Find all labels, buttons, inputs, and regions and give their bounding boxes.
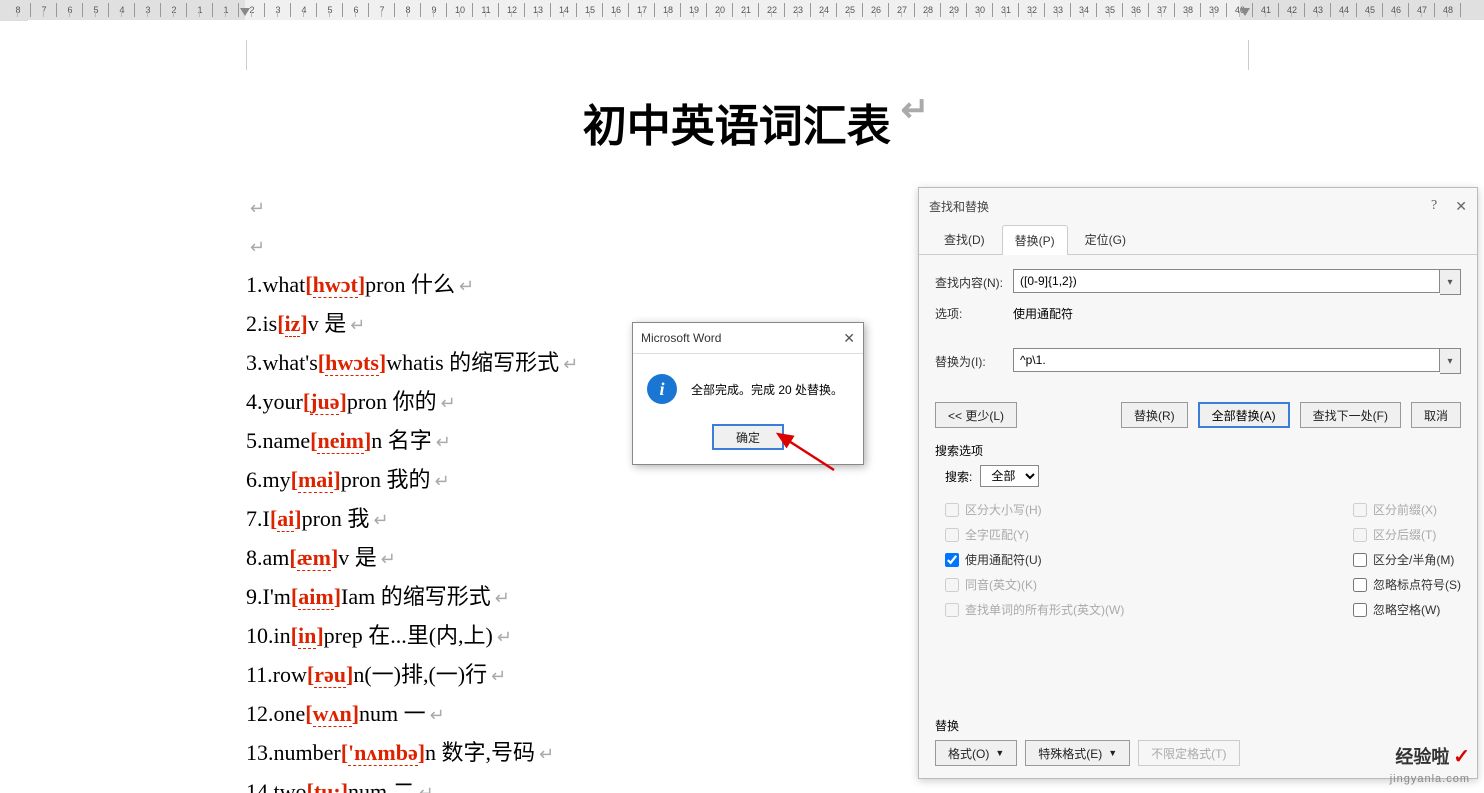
tab-goto[interactable]: 定位(G) xyxy=(1072,224,1139,254)
page-title: 初中英语词汇表 ↵ xyxy=(28,90,1484,154)
search-direction-select[interactable]: 全部 xyxy=(980,465,1039,487)
check-ignore-space[interactable]: 忽略空格(W) xyxy=(1353,601,1461,618)
no-format-button: 不限定格式(T) xyxy=(1138,740,1239,766)
replace-section-label: 替换 xyxy=(935,717,1240,734)
ok-button[interactable]: 确定 xyxy=(712,424,784,450)
find-replace-dialog: 查找和替换 ? ✕ 查找(D) 替换(P) 定位(G) 查找内容(N): ▾ 选… xyxy=(918,187,1478,779)
find-next-button[interactable]: 查找下一处(F) xyxy=(1300,402,1401,428)
tab-replace[interactable]: 替换(P) xyxy=(1002,225,1068,255)
ruler-indent-right-icon[interactable] xyxy=(1240,8,1250,16)
special-format-button[interactable]: 特殊格式(E)▼ xyxy=(1025,740,1130,766)
title-text: 初中英语词汇表 xyxy=(583,102,891,151)
check-suffix: 区分后缀(T) xyxy=(1353,526,1461,543)
find-label: 查找内容(N): xyxy=(935,274,1013,291)
check-full-half[interactable]: 区分全/半角(M) xyxy=(1353,551,1461,568)
options-label: 选项: xyxy=(935,305,1013,322)
check-wildcards[interactable]: 使用通配符(U) xyxy=(945,551,1124,568)
replace-all-button[interactable]: 全部替换(A) xyxy=(1198,402,1290,428)
replace-button[interactable]: 替换(R) xyxy=(1121,402,1188,428)
message-dialog: Microsoft Word ✕ i 全部完成。完成 20 处替换。 确定 xyxy=(632,322,864,465)
check-ignore-punct[interactable]: 忽略标点符号(S) xyxy=(1353,576,1461,593)
search-options-label: 搜索选项 xyxy=(935,442,1461,459)
ruler-indent-left-icon[interactable] xyxy=(240,8,250,16)
cancel-button[interactable]: 取消 xyxy=(1411,402,1461,428)
message-title: Microsoft Word xyxy=(641,331,721,345)
info-icon: i xyxy=(647,374,677,404)
check-match-case: 区分大小写(H) xyxy=(945,501,1124,518)
less-button[interactable]: << 更少(L) xyxy=(935,402,1017,428)
margin-guide-left xyxy=(246,40,247,70)
paragraph-mark-icon: ↵ xyxy=(901,91,930,129)
margin-guide-right xyxy=(1248,40,1249,70)
check-sounds-like: 同音(英文)(K) xyxy=(945,576,1124,593)
message-titlebar[interactable]: Microsoft Word ✕ xyxy=(633,323,863,354)
replace-label: 替换为(I): xyxy=(935,353,1013,370)
chevron-down-icon[interactable]: ▾ xyxy=(1440,348,1461,374)
help-icon[interactable]: ? xyxy=(1431,198,1437,215)
dialog-title: 查找和替换 xyxy=(929,198,989,215)
format-button[interactable]: 格式(O)▼ xyxy=(935,740,1017,766)
tab-find[interactable]: 查找(D) xyxy=(931,224,998,254)
chevron-down-icon[interactable]: ▾ xyxy=(1440,269,1461,295)
close-icon[interactable]: ✕ xyxy=(1455,198,1467,215)
options-value: 使用通配符 xyxy=(1013,305,1073,322)
replace-input[interactable] xyxy=(1013,348,1440,372)
check-word-forms: 查找单词的所有形式(英文)(W) xyxy=(945,601,1124,618)
horizontal-ruler: 8765432112345678910111213141516171819202… xyxy=(0,0,1484,21)
close-icon[interactable]: ✕ xyxy=(843,330,855,347)
dialog-titlebar[interactable]: 查找和替换 ? ✕ xyxy=(919,188,1477,224)
watermark: 经验啦 ✓ jingyanla.com xyxy=(1390,743,1470,785)
message-text: 全部完成。完成 20 处替换。 xyxy=(691,381,843,398)
search-direction-label: 搜索: xyxy=(945,468,972,485)
find-input[interactable] xyxy=(1013,269,1440,293)
check-whole-word: 全字匹配(Y) xyxy=(945,526,1124,543)
check-prefix: 区分前缀(X) xyxy=(1353,501,1461,518)
dialog-tabs: 查找(D) 替换(P) 定位(G) xyxy=(919,224,1477,255)
